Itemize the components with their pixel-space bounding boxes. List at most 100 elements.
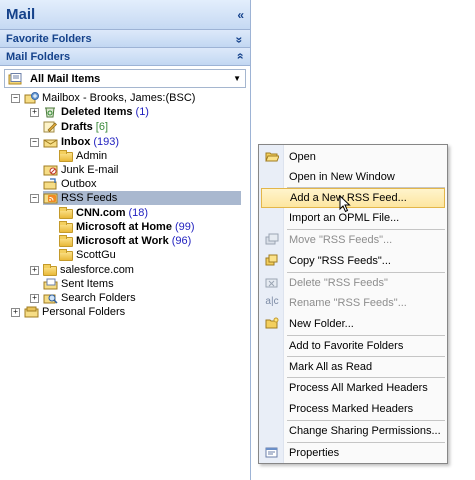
expand-salesforce-toggle[interactable]: + — [30, 266, 39, 275]
rename-icon: a|c — [265, 296, 279, 307]
tree-item-deleted-items[interactable]: Deleted Items (1) — [43, 105, 149, 119]
menu-item-import-opml[interactable]: Import an OPML File... — [261, 208, 445, 228]
tree-item-label: Microsoft at Work — [76, 235, 169, 247]
tree-item-admin[interactable]: Admin — [59, 149, 107, 163]
menu-item-label: Open — [289, 151, 316, 163]
context-menu: Open Open in New Window Add a New RSS Fe… — [258, 144, 448, 464]
junk-email-icon — [43, 164, 58, 176]
menu-item-label: Move "RSS Feeds"... — [289, 234, 393, 246]
delete-icon — [265, 276, 279, 289]
expand-search-toggle[interactable]: + — [30, 294, 39, 303]
tree-item-drafts[interactable]: Drafts [6] — [43, 120, 108, 134]
folder-icon — [59, 249, 73, 261]
view-selector-value: All Mail Items — [30, 72, 101, 85]
tree-item-label: Deleted Items — [61, 106, 133, 118]
menu-item-move[interactable]: Move "RSS Feeds"... — [261, 230, 445, 250]
folder-icon — [59, 150, 73, 162]
tree-item-label: ScottGu — [76, 249, 116, 261]
unread-count: (1) — [135, 106, 149, 118]
menu-item-copy[interactable]: Copy "RSS Feeds"... — [261, 251, 445, 271]
view-selector-dropdown[interactable]: All Mail Items ▼ — [4, 69, 246, 88]
recycle-bin-icon — [43, 106, 58, 118]
mailbox-icon — [24, 92, 39, 104]
tree-item-label: CNN.com — [76, 207, 126, 219]
menu-item-label: Import an OPML File... — [289, 212, 400, 224]
menu-item-properties[interactable]: Properties — [261, 443, 445, 463]
expand-favorites-chevron-icon[interactable]: » — [233, 36, 247, 41]
tree-item-sent-items[interactable]: Sent Items — [43, 277, 114, 291]
tree-item-junk-email[interactable]: Junk E-mail — [43, 163, 118, 177]
menu-item-label: Add to Favorite Folders — [289, 340, 404, 352]
collapse-inbox-toggle[interactable]: − — [30, 138, 39, 147]
menu-item-label: Process All Marked Headers — [289, 382, 428, 394]
menu-item-label: Copy "RSS Feeds"... — [289, 255, 391, 267]
tree-item-rss-feeds[interactable]: RSS Feeds — [43, 191, 241, 205]
menu-item-change-sharing[interactable]: Change Sharing Permissions... — [261, 421, 445, 441]
tree-item-salesforce[interactable]: salesforce.com — [43, 263, 134, 277]
tree-item-label: Personal Folders — [42, 306, 126, 318]
tree-item-label: RSS Feeds — [61, 192, 118, 204]
tree-item-label: Search Folders — [61, 292, 136, 304]
folder-icon — [59, 221, 73, 233]
menu-item-label: Open in New Window — [289, 171, 395, 183]
tree-item-label: Junk E-mail — [61, 164, 119, 176]
tree-item-microsoft-at-home[interactable]: Microsoft at Home (99) — [59, 220, 195, 234]
inbox-icon — [43, 136, 58, 148]
draft-count: [6] — [95, 121, 109, 133]
expand-deleted-toggle[interactable]: + — [30, 108, 39, 117]
menu-item-mark-all-read[interactable]: Mark All as Read — [261, 357, 445, 377]
expand-personal-toggle[interactable]: + — [11, 308, 20, 317]
mail-folders-bar[interactable]: Mail Folders » — [0, 48, 250, 66]
menu-item-process-marked[interactable]: Process Marked Headers — [261, 399, 445, 419]
tree-item-label: salesforce.com — [60, 264, 134, 276]
mail-items-icon — [8, 72, 23, 85]
tree-item-microsoft-at-work[interactable]: Microsoft at Work (96) — [59, 234, 191, 248]
rss-feed-icon — [43, 192, 58, 204]
collapse-mailbox-toggle[interactable]: − — [11, 94, 20, 103]
collapse-rss-toggle[interactable]: − — [30, 194, 39, 203]
menu-item-rename[interactable]: a|c Rename "RSS Feeds"... — [261, 293, 445, 313]
unread-count: (18) — [128, 207, 149, 219]
sent-items-icon — [43, 278, 58, 290]
menu-item-add-rss-feed[interactable]: Add a New RSS Feed... — [261, 188, 445, 208]
personal-folders-icon — [24, 306, 39, 318]
menu-item-open-new-window[interactable]: Open in New Window — [261, 167, 445, 187]
collapse-mail-folders-chevron-icon[interactable]: » — [233, 54, 247, 59]
open-folder-icon — [265, 150, 280, 163]
menu-item-label: Properties — [289, 447, 340, 459]
mail-folders-label: Mail Folders — [6, 50, 71, 63]
collapse-pane-button[interactable]: « — [237, 8, 244, 22]
nav-pane-title: Mail — [6, 6, 36, 23]
tree-item-scottgu[interactable]: ScottGu — [59, 248, 116, 262]
menu-item-delete[interactable]: Delete "RSS Feeds" — [261, 273, 445, 293]
tree-item-mailbox[interactable]: Mailbox - Brooks, James:(BSC) — [24, 91, 195, 105]
tree-item-outbox[interactable]: Outbox — [43, 177, 96, 191]
navigation-pane: Mail « Favorite Folders » Mail Folders »… — [0, 0, 251, 480]
menu-item-new-folder[interactable]: New Folder... — [261, 314, 445, 334]
drafts-icon — [43, 121, 58, 133]
tree-item-label: Drafts — [61, 121, 93, 133]
menu-item-process-all-marked[interactable]: Process All Marked Headers — [261, 378, 445, 398]
folder-icon — [59, 207, 73, 219]
nav-pane-header: Mail « — [0, 0, 250, 30]
tree-item-inbox[interactable]: Inbox (193) — [43, 135, 119, 149]
unread-count: (193) — [93, 136, 120, 148]
unread-count: (99) — [174, 221, 195, 233]
favorite-folders-bar[interactable]: Favorite Folders » — [0, 30, 250, 48]
menu-item-label: Delete "RSS Feeds" — [289, 277, 388, 289]
menu-item-label: Rename "RSS Feeds"... — [289, 297, 407, 309]
move-folder-icon — [265, 233, 279, 246]
tree-item-cnn[interactable]: CNN.com (18) — [59, 206, 148, 220]
dropdown-arrow-icon[interactable]: ▼ — [233, 74, 241, 83]
favorite-folders-label: Favorite Folders — [6, 32, 92, 45]
tree-item-label: Admin — [76, 150, 108, 162]
properties-icon — [265, 446, 279, 459]
unread-count: (96) — [171, 235, 192, 247]
tree-item-label: Microsoft at Home — [76, 221, 172, 233]
menu-item-label: Process Marked Headers — [289, 403, 414, 415]
outbox-icon — [43, 178, 58, 190]
tree-item-personal-folders[interactable]: Personal Folders — [24, 305, 125, 319]
menu-item-open[interactable]: Open — [261, 147, 445, 167]
menu-item-add-favorite[interactable]: Add to Favorite Folders — [261, 336, 445, 356]
tree-item-search-folders[interactable]: Search Folders — [43, 291, 136, 305]
